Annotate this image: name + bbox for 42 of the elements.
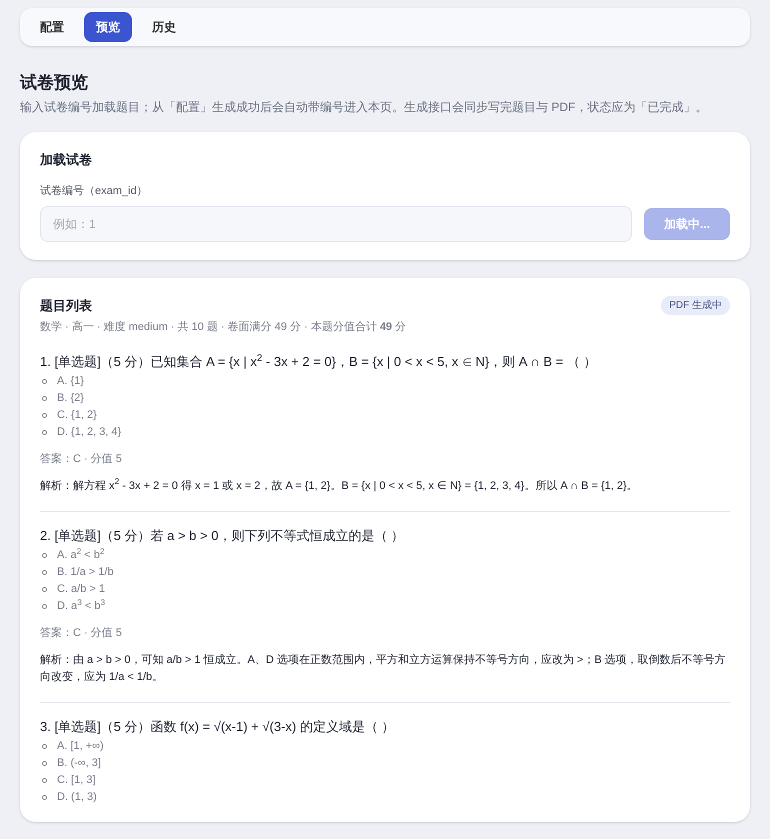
bullet-icon (42, 761, 47, 766)
bullet-icon (42, 413, 47, 418)
bullet-icon (42, 587, 47, 592)
page-title: 试卷预览 (20, 72, 89, 94)
answer-option: A. a$^{2}$ < b$^{2}$ (57, 547, 104, 564)
card-title: 加载试卷 (40, 150, 93, 168)
question-title: 2. [单选题]（5 分）若 a > b > 0，则下列不等式恒成立的是（ ） (40, 526, 406, 545)
bullet-icon (42, 430, 47, 435)
field-label: 试卷编号（exam_id） (40, 184, 149, 199)
card-title: 题目列表 (40, 296, 92, 314)
answer-option: C. a/b > 1 (57, 581, 106, 598)
answer-option: D. (1, 3) (57, 789, 97, 806)
bullet-icon (42, 604, 47, 609)
answer-option: C. [1, 3] (57, 772, 96, 789)
answer-line: 答案：C · 分值 5 (40, 452, 123, 467)
answer-option: A. {1} (57, 373, 84, 390)
tab[interactable]: 预览 (84, 12, 132, 42)
explanation: 解析：解方程 x$^{2}$ - 3x + 2 = 0 得 x = 1 或 x = 2，故 A = {1, 2}。B = {x | 0 < x < 5, x ∈ N} = {1, 2, 3, 4}。所以 A ∩ B = {1, 2}。 (40, 478, 639, 494)
answer-option: B. {2} (57, 390, 84, 407)
answer-option: B. 1/a > 1/b (57, 564, 114, 581)
status-badge: PDF 生成中 (661, 296, 730, 314)
bullet-icon (42, 778, 47, 783)
bullet-icon (42, 396, 47, 401)
explanation: 解析：由 a > b > 0，可知 a/b > 1 恒成立。A、D 选项在正数范围内，平方和立方运算保持不等号方向，应改为 >；B 选项，取倒数后不等号方向改变，应为 1/a < 1/b。 (40, 652, 727, 684)
bullet-icon (42, 553, 47, 558)
bullet-icon (42, 795, 47, 800)
answer-option: B. (-∞, 3] (57, 755, 101, 772)
page-description: 输入试卷编号加载题目；从「配置」生成成功后会自动带编号进入本页。生成接口会同步写完题目与 PDF，状态应为「已完成」。 (20, 98, 708, 116)
bullet-icon (42, 570, 47, 575)
question-title: 1. [单选题]（5 分）已知集合 A = {x | x$^{2}$ - 3x + 2 = 0}，B = {x | 0 < x < 5, x ∈ N}，则 A ∩ B = （ ） (40, 352, 598, 371)
tab[interactable]: 历史 (140, 12, 188, 42)
question-title: 3. [单选题]（5 分）函数 f(x) = √(x-1) + √(3-x) 的定义域是（ ） (40, 718, 396, 736)
answer-option: C. {1, 2} (57, 407, 97, 424)
exam-meta: 数学 · 高一 · 难度 medium · 共 10 题 · 卷面满分 49 分 · 本题分值合计 49 分 (40, 320, 408, 335)
exam-id-field[interactable]: 例如：1 (40, 206, 632, 242)
answer-option: A. [1, +∞) (57, 738, 104, 755)
answer-line: 答案：C · 分值 5 (40, 626, 123, 641)
answer-option: D. {1, 2, 3, 4} (57, 424, 122, 441)
bullet-icon (42, 379, 47, 384)
tab[interactable]: 配置 (28, 12, 76, 42)
bullet-icon (42, 744, 47, 749)
answer-option: D. a$^{3}$ < b$^{3}$ (57, 598, 106, 615)
